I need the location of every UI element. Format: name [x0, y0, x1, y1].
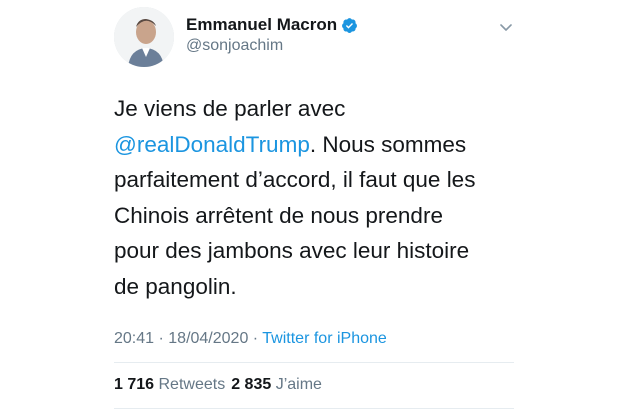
engagement-stats: 1 716 Retweets 2 835 J’aime: [114, 376, 322, 394]
divider: [114, 362, 514, 363]
likes-count: 2 835: [231, 376, 272, 393]
retweets-stat[interactable]: 1 716 Retweets: [114, 376, 225, 393]
tweet-date[interactable]: 18/04/2020: [168, 330, 248, 347]
verified-badge-icon: [341, 17, 358, 34]
tweet-text-start: Je viens de parler avec: [114, 96, 346, 121]
tweet-metadata: 20:41 · 18/04/2020 · Twitter for iPhone: [114, 330, 387, 348]
divider: [114, 408, 514, 409]
meta-separator: ·: [154, 330, 169, 347]
likes-label: J’aime: [275, 376, 322, 393]
retweets-label: Retweets: [158, 376, 226, 393]
chevron-down-icon[interactable]: [498, 19, 514, 40]
tweet-text: Je viens de parler avec @realDonaldTrump…: [114, 91, 514, 304]
profile-photo-icon: [114, 7, 174, 67]
meta-separator: ·: [248, 330, 263, 347]
tweet-time[interactable]: 20:41: [114, 330, 154, 347]
tweet-card: Emmanuel Macron @sonjoachim Je viens de …: [0, 0, 620, 413]
author-display-name[interactable]: Emmanuel Macron: [186, 15, 337, 35]
likes-stat[interactable]: 2 835 J’aime: [231, 376, 322, 393]
mention-link[interactable]: @realDonaldTrump: [114, 132, 310, 157]
author-name-row: Emmanuel Macron: [186, 15, 358, 35]
avatar[interactable]: [114, 7, 174, 67]
tweet-source-link[interactable]: Twitter for iPhone: [262, 330, 387, 347]
author-handle[interactable]: @sonjoachim: [186, 37, 283, 55]
retweets-count: 1 716: [114, 376, 155, 393]
